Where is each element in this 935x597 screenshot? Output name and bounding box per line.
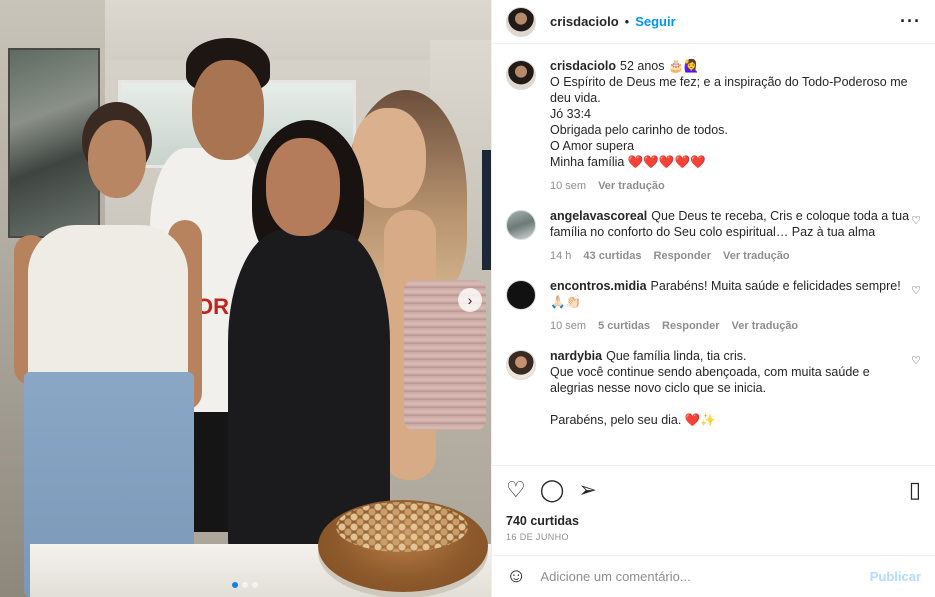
translate-link[interactable]: Ver tradução <box>598 178 665 194</box>
heart-icon[interactable]: ♡ <box>911 354 921 367</box>
comment-icon[interactable]: ◯ <box>540 477 565 503</box>
author-username[interactable]: crisdaciolo <box>550 14 619 29</box>
post-panel: crisdaciolo • Seguir ··· crisdaciolo 52 a… <box>491 0 935 597</box>
post-actions: ♡ ◯ ➢ ▯ 740 curtidas 16 DE JUNHO <box>492 465 935 555</box>
translate-link[interactable]: Ver tradução <box>732 318 799 334</box>
reply-button[interactable]: Responder <box>654 248 711 264</box>
photo-tv <box>482 150 491 270</box>
carousel-dot <box>252 582 258 588</box>
emoji-icon[interactable]: ☺ <box>506 565 526 588</box>
caption-body: crisdaciolo 52 anos 🎂🙋‍♀️ O Espírito de D… <box>550 58 910 194</box>
like-count[interactable]: 43 curtidas <box>583 248 641 264</box>
comment-body: nardybia Que família linda, tia cris. Que… <box>550 348 910 428</box>
comment: nardybia Que família linda, tia cris. Que… <box>506 348 921 428</box>
instagram-post: OR IT › crisdaciolo • Seguir ··· crisdac… <box>0 0 935 597</box>
timestamp[interactable]: 10 sem <box>550 318 586 334</box>
caption: crisdaciolo 52 anos 🎂🙋‍♀️ O Espírito de D… <box>506 58 921 194</box>
cake-topping <box>336 502 468 552</box>
more-horizontal-icon[interactable]: ··· <box>900 11 921 32</box>
caption-meta: 10 sem Ver tradução <box>550 178 910 194</box>
share-icon[interactable]: ➢ <box>578 477 596 503</box>
bookmark-icon[interactable]: ▯ <box>909 477 921 503</box>
comment-input[interactable]: Adicione um comentário... <box>540 569 869 584</box>
comment-text: nardybia Que família linda, tia cris. Que… <box>550 348 910 428</box>
carousel-dots <box>232 582 258 588</box>
like-count[interactable]: 5 curtidas <box>598 318 650 334</box>
comment: encontros.midia Parabéns! Muita saúde e f… <box>506 278 921 334</box>
comment-body: angelavascoreal Que Deus te receba, Cris … <box>550 208 910 264</box>
person-1-face <box>88 120 146 198</box>
comment-username[interactable]: angelavascoreal <box>550 209 647 223</box>
carousel-dot <box>242 582 248 588</box>
comment-text: encontros.midia Parabéns! Muita saúde e f… <box>550 278 910 310</box>
add-comment-bar: ☺ Adicione um comentário... Publicar <box>492 555 935 597</box>
avatar[interactable] <box>506 280 536 310</box>
person-1-top <box>28 225 188 385</box>
comment-meta: 10 sem 5 curtidas Responder Ver tradução <box>550 318 910 334</box>
avatar[interactable] <box>506 60 536 90</box>
comment: angelavascoreal Que Deus te receba, Cris … <box>506 208 921 264</box>
caption-username[interactable]: crisdaciolo <box>550 59 616 73</box>
timestamp[interactable]: 14 h <box>550 248 571 264</box>
avatar[interactable] <box>506 350 536 380</box>
translate-link[interactable]: Ver tradução <box>723 248 790 264</box>
reply-button[interactable]: Responder <box>662 318 719 334</box>
heart-icon[interactable]: ♡ <box>911 214 921 227</box>
post-date[interactable]: 16 DE JUNHO <box>506 532 921 542</box>
publish-button[interactable]: Publicar <box>870 569 921 584</box>
follow-button[interactable]: Seguir <box>635 14 675 29</box>
post-photo[interactable]: OR IT › <box>0 0 491 597</box>
comment-text: angelavascoreal Que Deus te receba, Cris … <box>550 208 910 240</box>
avatar[interactable] <box>506 210 536 240</box>
comment-username[interactable]: encontros.midia <box>550 279 647 293</box>
comment-username[interactable]: nardybia <box>550 349 602 363</box>
avatar[interactable] <box>506 6 536 37</box>
carousel-dot <box>232 582 238 588</box>
heart-icon[interactable]: ♡ <box>506 477 526 503</box>
comment-body: encontros.midia Parabéns! Muita saúde e f… <box>550 278 910 334</box>
separator: • <box>624 14 630 29</box>
chevron-right-icon[interactable]: › <box>458 288 482 312</box>
likes-count[interactable]: 740 curtidas <box>506 514 921 528</box>
heart-icon[interactable]: ♡ <box>911 284 921 297</box>
post-header: crisdaciolo • Seguir ··· <box>492 0 935 44</box>
caption-content: 52 anos 🎂🙋‍♀️ O Espírito de Deus me fez;… <box>550 59 908 169</box>
person-3-face <box>266 138 340 236</box>
timestamp[interactable]: 10 sem <box>550 178 586 194</box>
action-icons: ♡ ◯ ➢ ▯ <box>506 476 921 504</box>
comments-list[interactable]: crisdaciolo 52 anos 🎂🙋‍♀️ O Espírito de D… <box>492 44 935 465</box>
person-2-face <box>192 60 264 160</box>
caption-text: crisdaciolo 52 anos 🎂🙋‍♀️ O Espírito de D… <box>550 58 910 170</box>
comment-meta: 14 h 43 curtidas Responder Ver tradução <box>550 248 910 264</box>
